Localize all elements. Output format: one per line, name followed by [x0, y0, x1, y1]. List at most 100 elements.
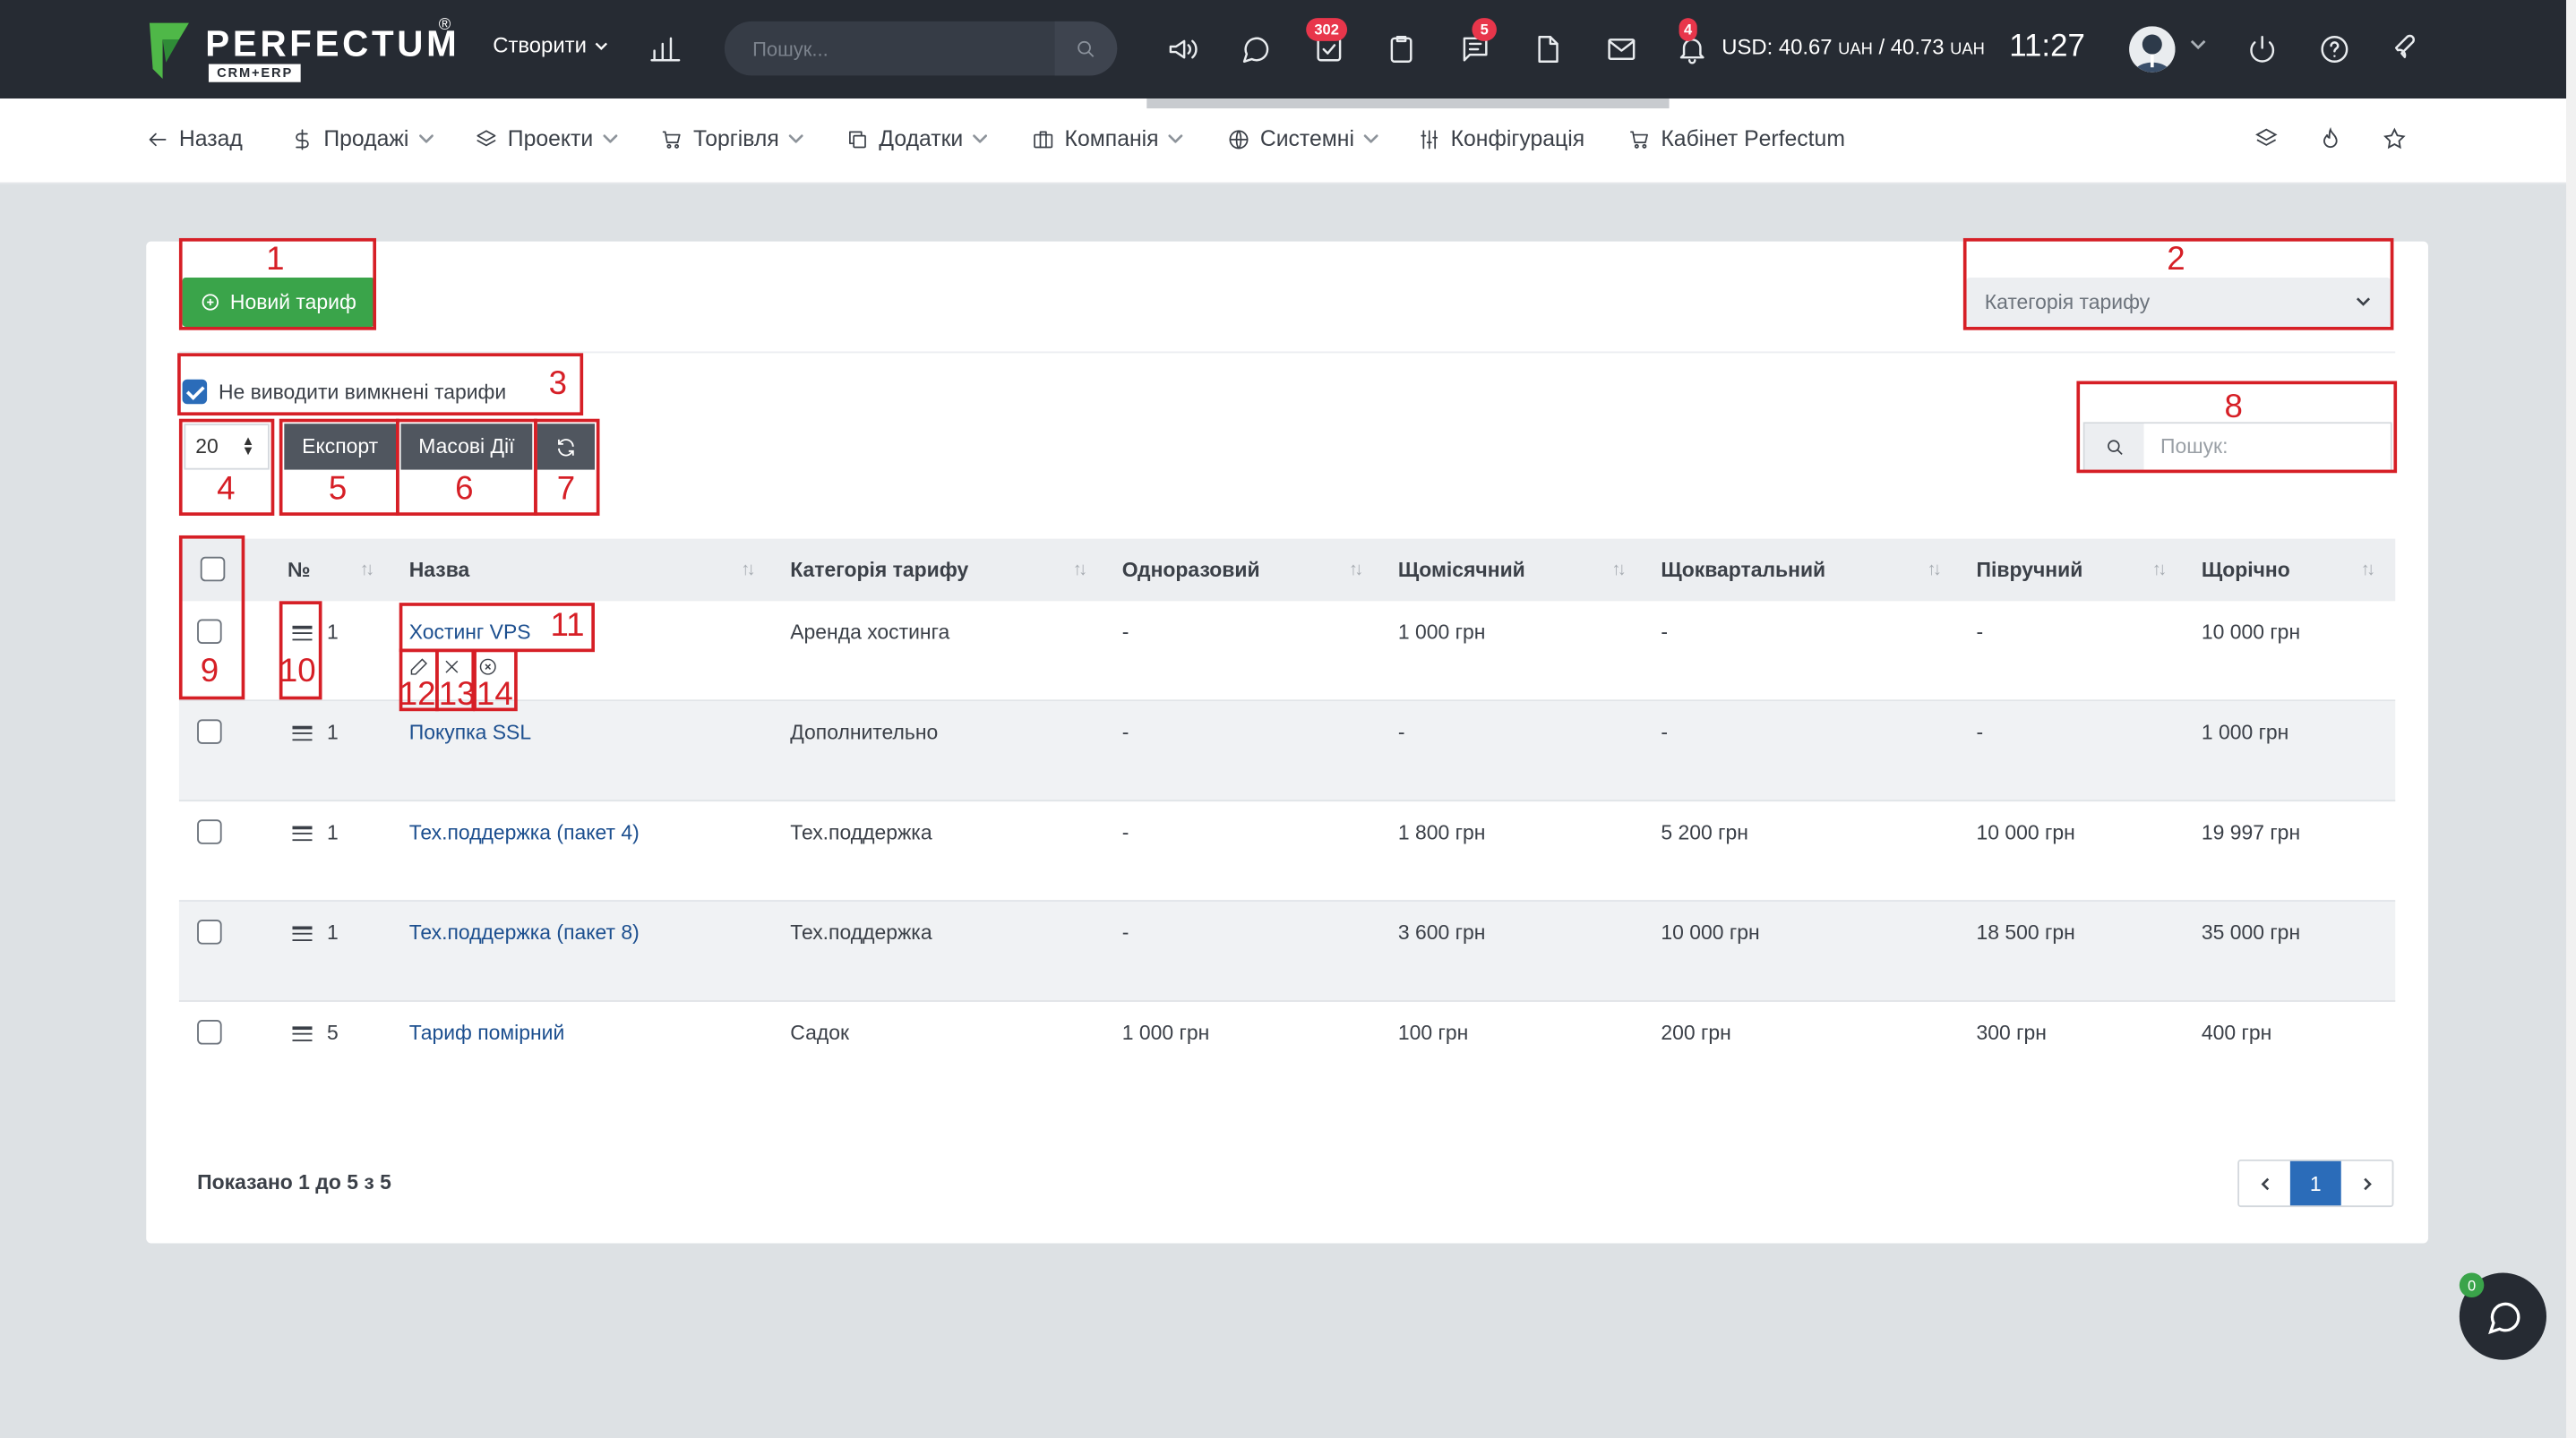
row-checkbox[interactable]	[197, 719, 222, 744]
table-row	[178, 901, 2396, 1002]
nav-sales[interactable]: Продажі	[291, 126, 434, 151]
nav-back[interactable]: Назад	[146, 126, 243, 151]
annotation-number: 5	[328, 471, 348, 508]
currency-unit: UAH	[1838, 40, 1873, 60]
nav-system[interactable]: Системні	[1227, 126, 1379, 151]
drag-handle-icon[interactable]	[292, 725, 313, 741]
clipboard-button[interactable]	[1378, 26, 1424, 72]
layers-icon	[477, 129, 496, 146]
global-search-input[interactable]	[724, 37, 1053, 60]
global-search[interactable]	[724, 21, 1118, 76]
col-quarterly[interactable]: Щоквартальний	[1661, 559, 1825, 582]
col-category[interactable]: Категорія тарифу	[790, 559, 968, 582]
settings-button[interactable]	[2385, 26, 2431, 72]
nav-trade-label: Торгівля	[693, 126, 779, 151]
sort-icon[interactable]: ↑↓	[2361, 560, 2376, 579]
drag-handle-icon[interactable]	[292, 1026, 313, 1042]
chevron-down-icon[interactable]	[2190, 36, 2206, 52]
create-dropdown[interactable]: Створити	[493, 33, 608, 57]
help-button[interactable]	[2312, 26, 2357, 72]
nav-projects[interactable]: Проекти	[475, 126, 618, 151]
chat-button[interactable]	[1232, 26, 1278, 72]
row-checkbox[interactable]	[197, 1020, 222, 1045]
row-halfyear: 18 500 грн	[1976, 920, 2075, 945]
nav-cabinet[interactable]: Кабінет Perfectum	[1628, 126, 1845, 151]
page-scrollbar[interactable]	[2566, 0, 2576, 1438]
favorites-button[interactable]	[2383, 126, 2412, 156]
layers-button[interactable]	[2254, 126, 2284, 156]
col-halfyear[interactable]: Півручний	[1977, 559, 2083, 582]
drag-handle-icon[interactable]	[292, 826, 313, 842]
col-name[interactable]: Назва	[409, 559, 470, 582]
nav-config[interactable]: Конфігурація	[1418, 126, 1584, 151]
hot-button[interactable]	[2318, 126, 2348, 156]
col-num[interactable]: №	[288, 559, 311, 582]
chat-badge: 0	[2459, 1272, 2485, 1298]
nav-addons[interactable]: Додатки	[846, 126, 988, 151]
bar-chart-icon	[650, 37, 681, 62]
mail-button[interactable]	[1599, 26, 1644, 72]
messages-button[interactable]: 5	[1452, 18, 1498, 72]
row-halfyear: -	[1976, 621, 1984, 645]
documents-button[interactable]	[1524, 26, 1570, 72]
col-yearly[interactable]: Щорічно	[2202, 559, 2290, 582]
arrow-left-icon	[149, 132, 167, 146]
currency-unit: UAH	[1950, 40, 1985, 60]
logo-text: PERFECTUM	[205, 22, 460, 64]
row-name-link[interactable]: Тариф помірний	[409, 1022, 565, 1045]
sort-icon[interactable]: ↑↓	[2152, 560, 2168, 579]
sort-icon[interactable]: ↑↓	[360, 560, 375, 579]
nav-trade[interactable]: Торгівля	[660, 126, 803, 151]
row-name-link[interactable]: Тех.поддержка (пакет 4)	[409, 821, 640, 844]
avatar-image	[2129, 26, 2176, 73]
announcements-button[interactable]	[1160, 26, 1206, 72]
col-monthly[interactable]: Щомісячний	[1398, 559, 1525, 582]
perfectum-logo[interactable]: PERFECTUM ® CRM+ERP	[146, 16, 458, 85]
logo-subtitle: CRM+ERP	[208, 64, 302, 82]
power-button[interactable]	[2239, 26, 2285, 72]
sort-icon[interactable]: ↑↓	[1349, 560, 1364, 579]
row-category: Аренда хостинга	[790, 621, 950, 645]
col-onetime[interactable]: Одноразовий	[1122, 559, 1260, 582]
nav-back-label: Назад	[178, 126, 243, 151]
clipboard-icon	[1390, 36, 1413, 64]
stats-button[interactable]	[642, 26, 688, 72]
drag-handle-icon[interactable]	[292, 926, 313, 942]
row-checkbox[interactable]	[197, 920, 222, 945]
next-page-button[interactable]	[2341, 1161, 2392, 1206]
sort-icon[interactable]: ↑↓	[1928, 560, 1943, 579]
fire-icon	[2323, 127, 2338, 149]
notifications-button[interactable]: 4	[1670, 18, 1715, 72]
prev-page-button[interactable]	[2239, 1161, 2290, 1206]
row-name-link[interactable]: Тех.поддержка (пакет 8)	[409, 921, 640, 945]
sort-icon[interactable]: ↑↓	[1611, 560, 1627, 579]
annotation-number: 8	[2224, 389, 2243, 426]
chevron-down-icon	[1364, 134, 1379, 143]
nav-addons-label: Додатки	[879, 126, 964, 151]
tasks-button[interactable]: 302	[1306, 18, 1352, 72]
table-row	[178, 801, 2396, 902]
row-checkbox[interactable]	[197, 819, 222, 844]
row-onetime: -	[1121, 821, 1129, 844]
top-bar: PERFECTUM ® CRM+ERP Створити 302	[0, 0, 2576, 99]
global-search-button[interactable]	[1054, 21, 1118, 76]
annotation-number: 1	[266, 241, 285, 278]
row-name-link[interactable]: Покупка SSL	[409, 721, 531, 744]
row-num: 1	[327, 920, 339, 945]
power-icon	[2250, 36, 2275, 63]
nav-config-label: Конфігурація	[1450, 126, 1585, 151]
help-icon	[2321, 36, 2348, 64]
nav-system-label: Системні	[1259, 126, 1354, 151]
loading-progress-bar	[1146, 98, 1670, 109]
sort-icon[interactable]: ↑↓	[1073, 560, 1088, 579]
page-button[interactable]: 1	[2289, 1160, 2341, 1206]
row-num: 1	[327, 721, 339, 744]
briefcase-icon	[1034, 130, 1053, 148]
dollar-icon	[296, 128, 309, 150]
sort-icon[interactable]: ↑↓	[741, 560, 756, 579]
user-avatar[interactable]	[2129, 26, 2176, 73]
nav-company[interactable]: Компанія	[1032, 126, 1183, 151]
cart-icon	[1630, 130, 1648, 148]
row-yearly: 35 000 грн	[2201, 920, 2301, 945]
row-onetime: 1 000 грн	[1121, 1021, 1210, 1045]
